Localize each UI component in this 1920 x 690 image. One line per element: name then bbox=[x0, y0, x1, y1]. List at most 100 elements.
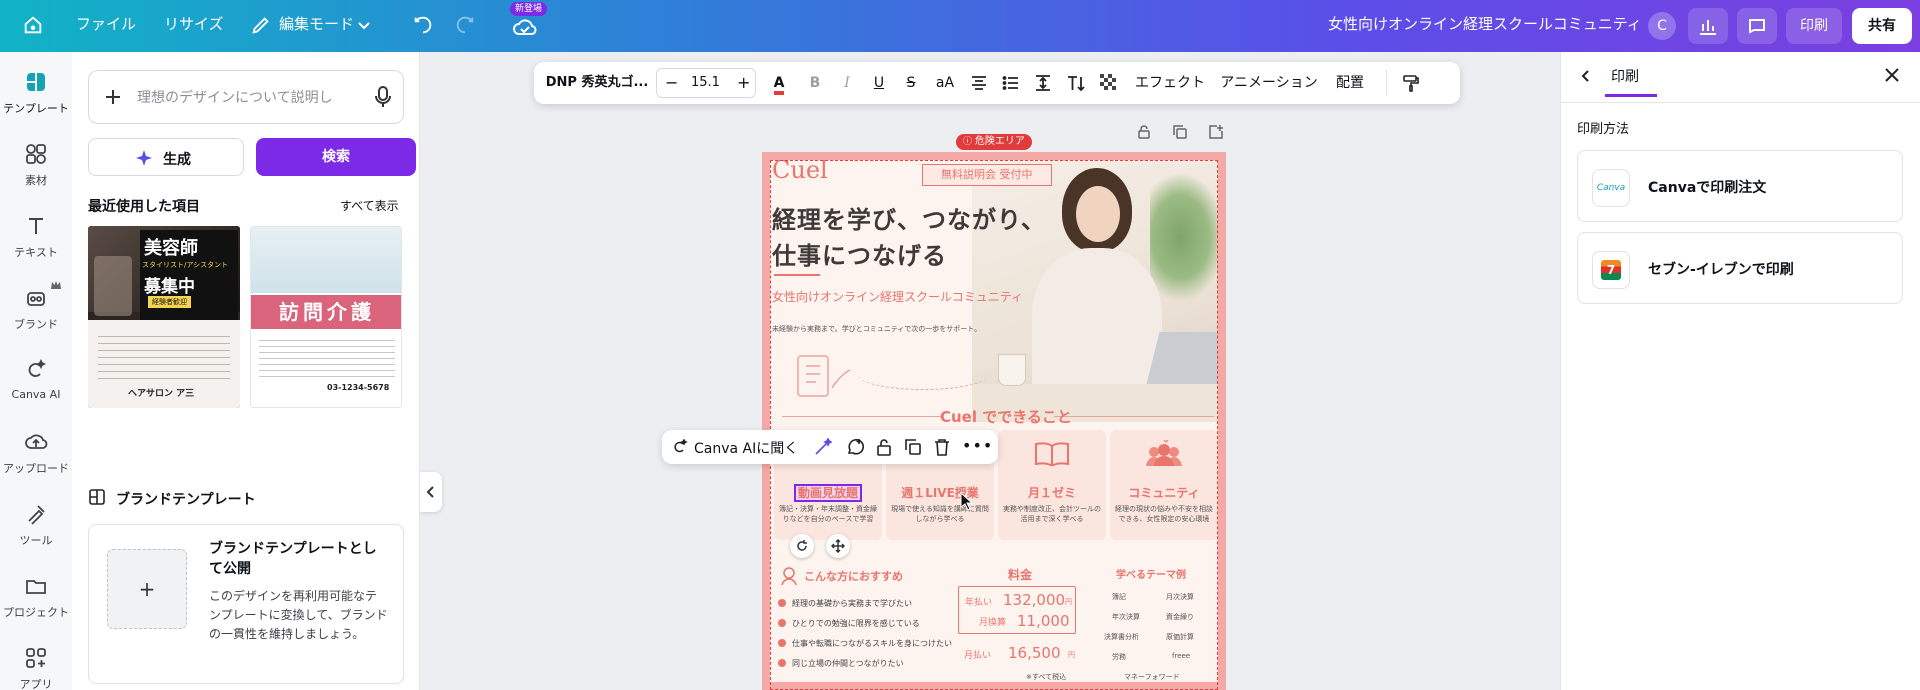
theme-item[interactable]: 原価計算 bbox=[1166, 632, 1194, 642]
feature-desc[interactable]: 現場で使える知識を講師に質問しながら学べる bbox=[890, 504, 990, 524]
theme-item[interactable]: 月次決算 bbox=[1166, 592, 1194, 602]
search-button[interactable]: 検索 bbox=[256, 138, 416, 176]
tax-note[interactable]: ※すべて税込 bbox=[1026, 672, 1066, 682]
theme-item[interactable]: 簿記 bbox=[1112, 592, 1126, 602]
print-option-seven-eleven[interactable]: 7 セブン-イレブンで印刷 bbox=[1577, 232, 1903, 304]
strikethrough-icon[interactable]: S bbox=[896, 62, 926, 104]
lock-element-icon[interactable] bbox=[876, 438, 892, 456]
prompt-input[interactable]: 理想のデザインについて説明し bbox=[137, 87, 333, 107]
decrease-font-size-button[interactable]: − bbox=[665, 73, 678, 92]
poster-tagline[interactable]: 未経験から実務まで。学びとコミュニティで次の一歩をサポート。 bbox=[772, 324, 981, 334]
recommend-item[interactable]: 仕事や転職につながるスキルを身につけたい bbox=[778, 638, 952, 649]
rail-item-canva-ai[interactable]: Canva AI bbox=[0, 350, 72, 420]
align-center-icon[interactable] bbox=[970, 74, 988, 92]
back-chevron-icon[interactable] bbox=[1579, 68, 1593, 84]
theme-item[interactable]: 決算書分析 bbox=[1104, 632, 1139, 642]
more-options-icon[interactable]: ••• bbox=[962, 436, 993, 455]
letter-case-icon[interactable]: aA bbox=[928, 62, 962, 104]
format-painter-icon[interactable] bbox=[1402, 74, 1420, 92]
plus-icon[interactable] bbox=[103, 87, 123, 107]
rail-item-text[interactable]: テキスト bbox=[0, 206, 72, 276]
chevron-down-icon[interactable] bbox=[356, 17, 372, 33]
home-icon[interactable] bbox=[22, 14, 44, 36]
poster-headline-1[interactable]: 経理を学び、つながり、 bbox=[772, 200, 1046, 235]
rail-item-uploads[interactable]: アップロード bbox=[0, 422, 72, 492]
theme-item[interactable]: マネーフォワード bbox=[1124, 672, 1180, 682]
poster-section-heading[interactable]: Cuel でできること bbox=[940, 406, 1072, 427]
magic-edit-icon[interactable] bbox=[814, 438, 832, 456]
feature-card[interactable]: コミュニティ 経理の現状の悩みや不安を相談できる、女性限定の安心環境 bbox=[1110, 430, 1218, 540]
font-family-select[interactable]: DNP 秀英丸ゴ... bbox=[542, 62, 652, 104]
monthly-label[interactable]: 月払い bbox=[964, 648, 991, 661]
document-title[interactable]: 女性向けオンライン経理スクールコミュニティ bbox=[1328, 0, 1642, 52]
recommend-heading[interactable]: こんな方におすすめ bbox=[804, 568, 903, 584]
brand-template-card[interactable]: + ブランドテンプレートとして公開 このデザインを再利用可能なテンプレートに変換… bbox=[88, 524, 404, 684]
feature-title[interactable]: 動画見放題 bbox=[774, 484, 882, 502]
cloud-sync-icon[interactable] bbox=[512, 16, 538, 38]
rotate-handle[interactable] bbox=[790, 534, 814, 558]
list-icon[interactable] bbox=[1002, 74, 1020, 92]
poster-subhead[interactable]: 女性向けオンライン経理スクールコミュニティ bbox=[772, 288, 1032, 306]
underline-icon[interactable]: U bbox=[864, 62, 894, 104]
collapse-panel-button[interactable] bbox=[420, 472, 442, 512]
font-size-value[interactable]: 15.1 bbox=[691, 75, 720, 90]
add-page-icon[interactable] bbox=[1208, 124, 1224, 140]
insights-button[interactable] bbox=[1688, 8, 1728, 44]
duplicate-icon[interactable] bbox=[904, 438, 922, 456]
arrange-button[interactable]: 配置 bbox=[1326, 62, 1374, 104]
undo-icon[interactable] bbox=[412, 14, 434, 36]
font-size-stepper[interactable]: − 15.1 + bbox=[656, 68, 756, 98]
poster-badge[interactable]: 無料説明会 受付中 bbox=[922, 164, 1052, 186]
theme-item[interactable]: 年次決算 bbox=[1112, 612, 1140, 622]
rail-item-apps[interactable]: アプリ bbox=[0, 638, 72, 690]
theme-item[interactable]: 資金繰り bbox=[1166, 612, 1194, 622]
rail-item-templates[interactable]: テンプレート bbox=[0, 62, 72, 132]
rail-item-tools[interactable]: ツール bbox=[0, 494, 72, 564]
feature-title[interactable]: コミュニティ bbox=[1110, 484, 1218, 501]
theme-item[interactable]: freee bbox=[1172, 652, 1190, 660]
show-all-link[interactable]: すべて表示 bbox=[340, 197, 399, 214]
close-icon[interactable] bbox=[1883, 66, 1901, 84]
recommend-item[interactable]: ひとりでの勉強に限界を感じている bbox=[778, 618, 920, 629]
print-option-canva[interactable]: Canva Canvaで印刷注文 bbox=[1577, 150, 1903, 222]
generate-button[interactable]: 生成 bbox=[88, 138, 244, 176]
avatar[interactable]: C bbox=[1648, 12, 1676, 40]
increase-font-size-button[interactable]: + bbox=[737, 73, 750, 92]
duplicate-page-icon[interactable] bbox=[1172, 124, 1188, 140]
feature-card[interactable]: 月１ゼミ 実務や制度改正、会計ツールの活用まで深く学べる bbox=[998, 430, 1106, 540]
add-comment-icon[interactable] bbox=[846, 438, 864, 456]
file-menu[interactable]: ファイル bbox=[76, 0, 136, 52]
animation-button[interactable]: アニメーション bbox=[1214, 62, 1324, 104]
vertical-text-icon[interactable] bbox=[1066, 74, 1086, 92]
theme-item[interactable]: 労務 bbox=[1112, 652, 1126, 662]
trash-icon[interactable] bbox=[934, 438, 950, 456]
resize-menu[interactable]: リサイズ bbox=[164, 0, 224, 52]
microphone-icon[interactable] bbox=[373, 85, 393, 109]
annual-price-box[interactable]: 年払い 132,000 円 月換算 11,000 bbox=[958, 586, 1076, 634]
feature-title[interactable]: 週１LIVE授業 bbox=[886, 484, 994, 501]
print-tab[interactable]: 印刷 bbox=[1611, 66, 1639, 86]
recommend-item[interactable]: 経理の基礎から実務まで学びたい bbox=[778, 598, 912, 609]
italic-icon[interactable]: I bbox=[832, 62, 862, 104]
lock-icon[interactable] bbox=[1136, 124, 1152, 140]
feature-desc[interactable]: 経理の現状の悩みや不安を相談できる、女性限定の安心環境 bbox=[1114, 504, 1214, 524]
price-heading[interactable]: 料金 bbox=[1008, 566, 1032, 583]
monthly-price[interactable]: 16,500 bbox=[1008, 644, 1061, 662]
text-color-icon[interactable]: A bbox=[764, 62, 794, 104]
recommend-item[interactable]: 同じ立場の仲間とつながりたい bbox=[778, 658, 904, 669]
poster-headline-2[interactable]: 仕事につなげる bbox=[772, 236, 947, 271]
rail-item-projects[interactable]: プロジェクト bbox=[0, 566, 72, 636]
print-button[interactable]: 印刷 bbox=[1786, 8, 1842, 44]
comments-button[interactable] bbox=[1737, 8, 1777, 44]
move-handle[interactable] bbox=[826, 534, 850, 558]
feature-title[interactable]: 月１ゼミ bbox=[998, 484, 1106, 501]
bold-icon[interactable]: B bbox=[800, 62, 830, 104]
themes-heading[interactable]: 学べるテーマ例 bbox=[1116, 566, 1186, 581]
edit-mode-menu[interactable]: 編集モード bbox=[279, 0, 354, 52]
ask-canva-ai-button[interactable]: Canva AIに聞く bbox=[694, 438, 798, 458]
add-brand-template-icon[interactable]: + bbox=[107, 549, 187, 629]
rail-item-elements[interactable]: 素材 bbox=[0, 134, 72, 204]
feature-desc[interactable]: 実務や制度改正、会計ツールの活用まで深く学べる bbox=[1002, 504, 1102, 524]
rail-item-brand[interactable]: ブランド bbox=[0, 278, 72, 348]
transparency-icon[interactable] bbox=[1100, 74, 1118, 92]
